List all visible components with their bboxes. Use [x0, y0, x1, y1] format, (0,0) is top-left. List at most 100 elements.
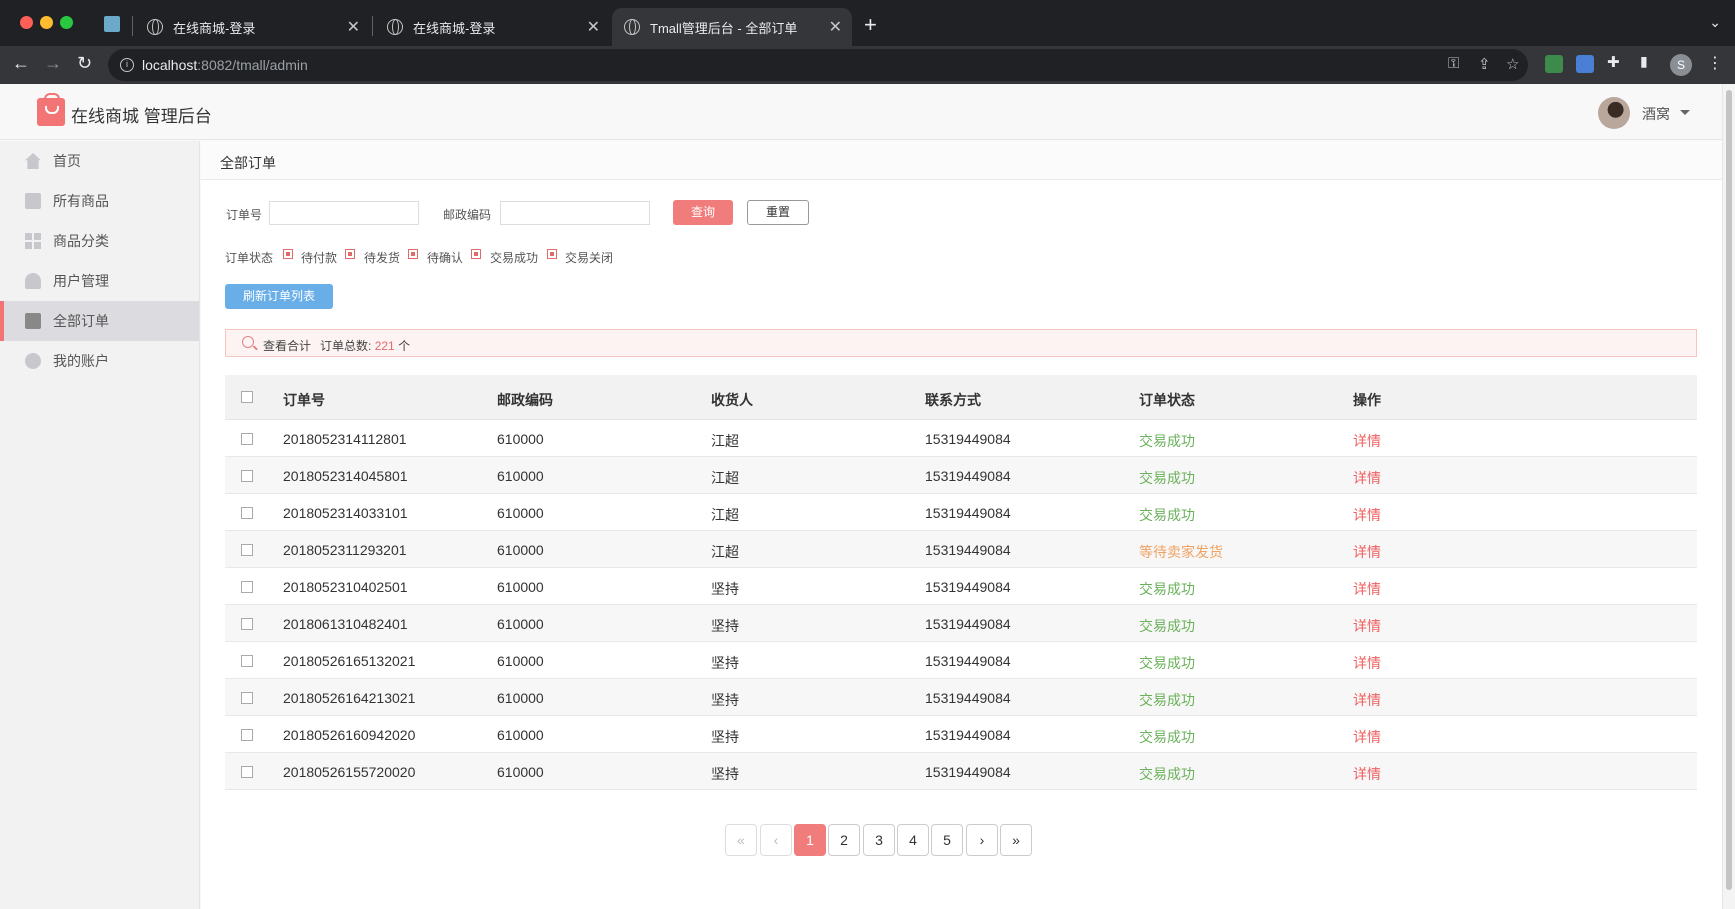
page-button-1[interactable]: 1 — [794, 824, 826, 856]
tab-title: 在线商城-登录 — [173, 20, 256, 36]
close-tab-icon[interactable]: ✕ — [347, 17, 360, 37]
page-title: 全部订单 — [220, 155, 276, 171]
sidebar-item-all-orders[interactable]: 全部订单 — [0, 301, 199, 341]
postcode-input[interactable] — [500, 201, 650, 225]
status-checkbox[interactable] — [345, 249, 355, 259]
scrollbar-thumb[interactable] — [1726, 90, 1732, 890]
detail-link[interactable]: 详情 — [1353, 579, 1381, 599]
refresh-orders-button[interactable]: 刷新订单列表 — [225, 284, 333, 309]
category-icon — [25, 233, 41, 249]
last-page-button[interactable]: » — [1000, 824, 1032, 856]
row-checkbox[interactable] — [241, 544, 253, 556]
row-checkbox[interactable] — [241, 729, 253, 741]
pinned-tab-icon[interactable] — [104, 16, 120, 32]
query-button[interactable]: 查询 — [673, 200, 733, 225]
detail-link[interactable]: 详情 — [1353, 431, 1381, 451]
row-checkbox[interactable] — [241, 581, 253, 593]
key-icon[interactable]: ⚿ — [1448, 55, 1459, 72]
row-checkbox[interactable] — [241, 433, 253, 445]
detail-link[interactable]: 详情 — [1353, 727, 1381, 747]
row-checkbox[interactable] — [241, 507, 253, 519]
prev-page-button[interactable]: ‹ — [760, 824, 792, 856]
close-window-button[interactable] — [20, 16, 33, 29]
shopping-bag-logo-icon — [37, 93, 65, 126]
detail-link[interactable]: 详情 — [1353, 764, 1381, 784]
detail-link[interactable]: 详情 — [1353, 468, 1381, 488]
new-tab-button[interactable]: + — [864, 12, 877, 38]
page-button-3[interactable]: 3 — [863, 824, 895, 856]
tab-search-button[interactable]: ⌄ — [1709, 14, 1721, 31]
sidebar-item-categories[interactable]: 商品分类 — [0, 221, 199, 261]
chevron-down-icon[interactable] — [1680, 110, 1690, 115]
receiver-cell: 江超 — [711, 433, 739, 449]
postcode-cell: 610000 — [497, 542, 544, 558]
detail-link[interactable]: 详情 — [1353, 690, 1381, 710]
globe-icon — [147, 19, 163, 35]
browser-tab[interactable]: 在线商城-登录 ✕ — [135, 8, 370, 46]
status-option-closed[interactable]: 交易关闭 — [565, 249, 613, 266]
detail-link[interactable]: 详情 — [1353, 542, 1381, 562]
next-page-button[interactable]: › — [966, 824, 998, 856]
user-name[interactable]: 酒窝 — [1642, 104, 1670, 124]
row-checkbox[interactable] — [241, 618, 253, 630]
detail-link[interactable]: 详情 — [1353, 505, 1381, 525]
order-no-cell: 2018052314045801 — [283, 468, 408, 484]
minimize-window-button[interactable] — [40, 16, 53, 29]
sidebar-item-products[interactable]: 所有商品 — [0, 181, 199, 221]
back-button[interactable]: ← — [12, 53, 30, 74]
contact-cell: 15319449084 — [925, 727, 1011, 743]
puzzle-extensions-icon[interactable]: ✚ — [1607, 53, 1620, 71]
status-cell: 交易成功 — [1139, 766, 1195, 782]
page-button-2[interactable]: 2 — [828, 824, 860, 856]
profile-avatar[interactable]: S — [1670, 54, 1692, 76]
browser-tab[interactable]: 在线商城-登录 ✕ — [375, 8, 610, 46]
row-checkbox[interactable] — [241, 766, 253, 778]
maximize-window-button[interactable] — [60, 16, 73, 29]
status-cell: 交易成功 — [1139, 507, 1195, 523]
status-checkbox[interactable] — [408, 249, 418, 259]
page-scrollbar[interactable] — [1722, 84, 1735, 909]
sidebar-item-label: 我的账户 — [53, 353, 109, 369]
page-button-4[interactable]: 4 — [897, 824, 929, 856]
forward-button[interactable]: → — [44, 53, 62, 74]
first-page-button[interactable]: « — [725, 824, 757, 856]
side-panel-icon[interactable]: ▮ — [1640, 53, 1648, 70]
detail-link[interactable]: 详情 — [1353, 653, 1381, 673]
sidebar-item-home[interactable]: 首页 — [0, 141, 199, 181]
status-option-pending-confirm[interactable]: 待确认 — [427, 249, 463, 266]
browser-tab-active[interactable]: Tmall管理后台 - 全部订单 ✕ — [612, 8, 852, 46]
globe-icon — [387, 19, 403, 35]
reset-button[interactable]: 重置 — [747, 200, 809, 225]
browser-menu-icon[interactable]: ⋮ — [1707, 53, 1723, 73]
table-row: 20180526160942020 610000 坚持 15319449084 交易成功… — [225, 716, 1697, 753]
extension-icon[interactable] — [1545, 55, 1563, 73]
reload-button[interactable]: ↻ — [77, 53, 92, 74]
sidebar-item-my-account[interactable]: 我的账户 — [0, 341, 199, 381]
status-checkbox[interactable] — [547, 249, 557, 259]
receiver-cell: 江超 — [711, 470, 739, 486]
status-cell: 交易成功 — [1139, 692, 1195, 708]
site-info-icon[interactable]: i — [120, 58, 134, 72]
close-tab-icon[interactable]: ✕ — [587, 17, 600, 37]
detail-link[interactable]: 详情 — [1353, 616, 1381, 636]
status-checkbox[interactable] — [283, 249, 293, 259]
close-tab-icon[interactable]: ✕ — [829, 17, 842, 37]
row-checkbox[interactable] — [241, 692, 253, 704]
status-checkbox[interactable] — [471, 249, 481, 259]
sidebar-item-label: 商品分类 — [53, 233, 109, 249]
select-all-checkbox[interactable] — [241, 391, 253, 403]
address-bar[interactable]: i localhost:8082/tmall/admin ⚿ ⇪ ☆ — [108, 49, 1528, 81]
order-no-cell: 2018061310482401 — [283, 616, 408, 632]
status-option-pending-payment[interactable]: 待付款 — [301, 249, 337, 266]
status-option-pending-shipment[interactable]: 待发货 — [364, 249, 400, 266]
bookmark-star-icon[interactable]: ☆ — [1506, 55, 1519, 73]
sidebar-item-users[interactable]: 用户管理 — [0, 261, 199, 301]
status-option-success[interactable]: 交易成功 — [490, 249, 538, 266]
translate-extension-icon[interactable] — [1576, 55, 1594, 73]
order-no-input[interactable] — [269, 201, 419, 225]
share-icon[interactable]: ⇪ — [1478, 55, 1491, 73]
page-button-5[interactable]: 5 — [931, 824, 963, 856]
user-avatar[interactable] — [1598, 97, 1630, 129]
row-checkbox[interactable] — [241, 470, 253, 482]
row-checkbox[interactable] — [241, 655, 253, 667]
